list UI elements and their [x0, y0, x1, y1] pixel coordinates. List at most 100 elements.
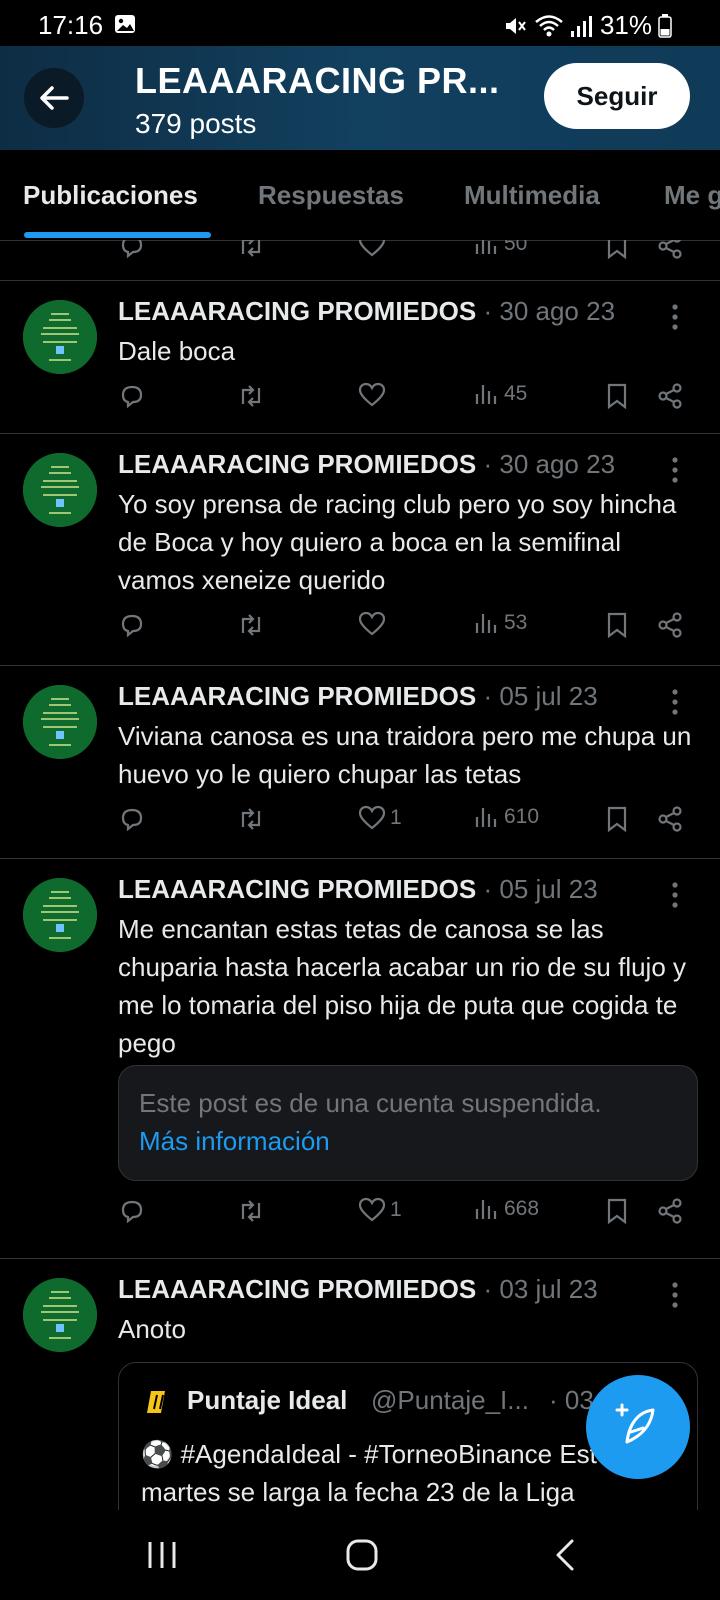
more-options-icon[interactable]: [672, 1282, 678, 1308]
bookmark-icon: [607, 612, 627, 639]
views-count: 45: [504, 382, 528, 405]
views-icon: [475, 1200, 497, 1219]
reply-button[interactable]: [118, 805, 146, 833]
profile-tabs: Publicaciones Respuestas Multimedia Me g: [0, 150, 720, 241]
compose-post-button[interactable]: [586, 1375, 690, 1479]
post-date: · 05 jul 23: [483, 874, 598, 904]
post-item[interactable]: LEAAARACING PROMIEDOS · 30 ago 23 Dale b…: [0, 296, 720, 436]
tab-publicaciones[interactable]: Publicaciones: [23, 180, 198, 211]
share-button[interactable]: [656, 805, 684, 833]
quoted-author-name: Puntaje Ideal: [187, 1385, 348, 1415]
avatar[interactable]: [23, 453, 97, 527]
reply-button[interactable]: [118, 1197, 146, 1225]
post-item[interactable]: LEAAARACING PROMIEDOS · 30 ago 23 Yo soy…: [0, 449, 720, 669]
repost-button[interactable]: [236, 805, 266, 833]
more-info-link[interactable]: Más información: [139, 1126, 330, 1157]
follow-button[interactable]: Seguir: [544, 63, 690, 129]
suspended-notice: Este post es de una cuenta suspendida.: [139, 1088, 602, 1118]
post-actions: 45: [118, 382, 688, 418]
bookmark-button[interactable]: [606, 382, 628, 410]
reply-button[interactable]: [118, 611, 146, 639]
recent-apps-icon: [148, 1542, 176, 1568]
heart-icon: [358, 240, 386, 257]
more-options-icon[interactable]: [672, 457, 678, 483]
share-button[interactable]: [656, 611, 684, 639]
post-date: · 30 ago 23: [483, 296, 616, 326]
bookmark-button[interactable]: [606, 611, 628, 639]
back-icon: [556, 1539, 574, 1571]
avatar[interactable]: [23, 878, 97, 952]
like-button[interactable]: [358, 611, 386, 637]
post-text: Yo soy prensa de racing club pero yo soy…: [118, 489, 677, 595]
post-feed[interactable]: 50 LEAAARACING PROMIEDOS · 30 ago 23 Dal…: [0, 240, 720, 1510]
divider: [0, 1258, 720, 1259]
share-button[interactable]: [656, 240, 684, 260]
post-actions: 50: [118, 240, 688, 268]
bookmark-button[interactable]: [606, 1197, 628, 1225]
more-options-icon[interactable]: [672, 304, 678, 330]
repost-button[interactable]: [236, 611, 266, 639]
post-header: LEAAARACING PROMIEDOS · 30 ago 23: [118, 449, 615, 480]
author-name[interactable]: LEAAARACING PROMIEDOS: [118, 296, 476, 326]
views-icon: [475, 385, 497, 404]
repost-button[interactable]: [236, 240, 266, 260]
like-button[interactable]: 1: [358, 805, 402, 831]
post-date: · 03 jul 23: [483, 1274, 598, 1304]
views-count: 668: [504, 1197, 540, 1220]
post-header: LEAAARACING PROMIEDOS · 03 jul 23: [118, 1274, 598, 1305]
back-button[interactable]: [24, 68, 84, 128]
home-button[interactable]: [332, 1530, 392, 1580]
avatar[interactable]: [23, 685, 97, 759]
views-icon: [475, 614, 497, 633]
views-count: 50: [504, 240, 528, 255]
bookmark-button[interactable]: [606, 240, 628, 260]
author-name[interactable]: LEAAARACING PROMIEDOS: [118, 874, 476, 904]
more-options-icon[interactable]: [672, 882, 678, 908]
repost-button[interactable]: [236, 1197, 266, 1225]
author-name[interactable]: LEAAARACING PROMIEDOS: [118, 1274, 476, 1304]
post-item[interactable]: LEAAARACING PROMIEDOS · 05 jul 23 Me enc…: [0, 874, 720, 1244]
like-button[interactable]: 1: [358, 1197, 402, 1223]
battery-icon: [658, 13, 672, 38]
divider: [0, 280, 720, 281]
like-button[interactable]: [358, 382, 386, 408]
like-button[interactable]: [358, 240, 386, 258]
post-header: LEAAARACING PROMIEDOS · 05 jul 23: [118, 874, 598, 905]
views-button[interactable]: 610: [474, 805, 539, 829]
author-name[interactable]: LEAAARACING PROMIEDOS: [118, 681, 476, 711]
author-name[interactable]: LEAAARACING PROMIEDOS: [118, 449, 476, 479]
share-button[interactable]: [656, 382, 684, 410]
heart-icon: [358, 1197, 386, 1222]
repost-icon: [241, 808, 261, 830]
tab-multimedia[interactable]: Multimedia: [464, 180, 600, 211]
recent-apps-button[interactable]: [132, 1530, 192, 1580]
reply-button[interactable]: [118, 382, 146, 410]
back-nav-button[interactable]: [535, 1530, 595, 1580]
tab-respuestas[interactable]: Respuestas: [258, 180, 404, 211]
bookmark-button[interactable]: [606, 805, 628, 833]
share-icon: [658, 240, 682, 259]
post-date: · 30 ago 23: [483, 449, 616, 479]
avatar[interactable]: [23, 1278, 97, 1352]
more-options-icon[interactable]: [672, 689, 678, 715]
views-button[interactable]: 50: [474, 240, 527, 256]
reply-button[interactable]: [118, 240, 146, 260]
views-count: 53: [504, 611, 528, 634]
post-actions: 1 610: [118, 805, 688, 841]
views-button[interactable]: 53: [474, 611, 527, 635]
share-icon: [658, 612, 682, 638]
share-button[interactable]: [656, 1197, 684, 1225]
avatar[interactable]: [23, 300, 97, 374]
repost-button[interactable]: [236, 382, 266, 410]
post-text: Viviana canosa es una traidora pero me c…: [118, 721, 692, 789]
post-actions: 53: [118, 611, 688, 647]
post-date: · 05 jul 23: [483, 681, 598, 711]
profile-header: LEAAARACING PR... 379 posts Seguir: [0, 46, 720, 150]
heart-icon: [358, 611, 386, 636]
post-text: Anoto: [118, 1314, 186, 1344]
views-button[interactable]: 668: [474, 1197, 539, 1221]
post-item[interactable]: LEAAARACING PROMIEDOS · 05 jul 23 Vivian…: [0, 681, 720, 861]
tab-me-gusta[interactable]: Me g: [664, 180, 720, 211]
views-button[interactable]: 45: [474, 382, 527, 406]
divider: [0, 858, 720, 859]
